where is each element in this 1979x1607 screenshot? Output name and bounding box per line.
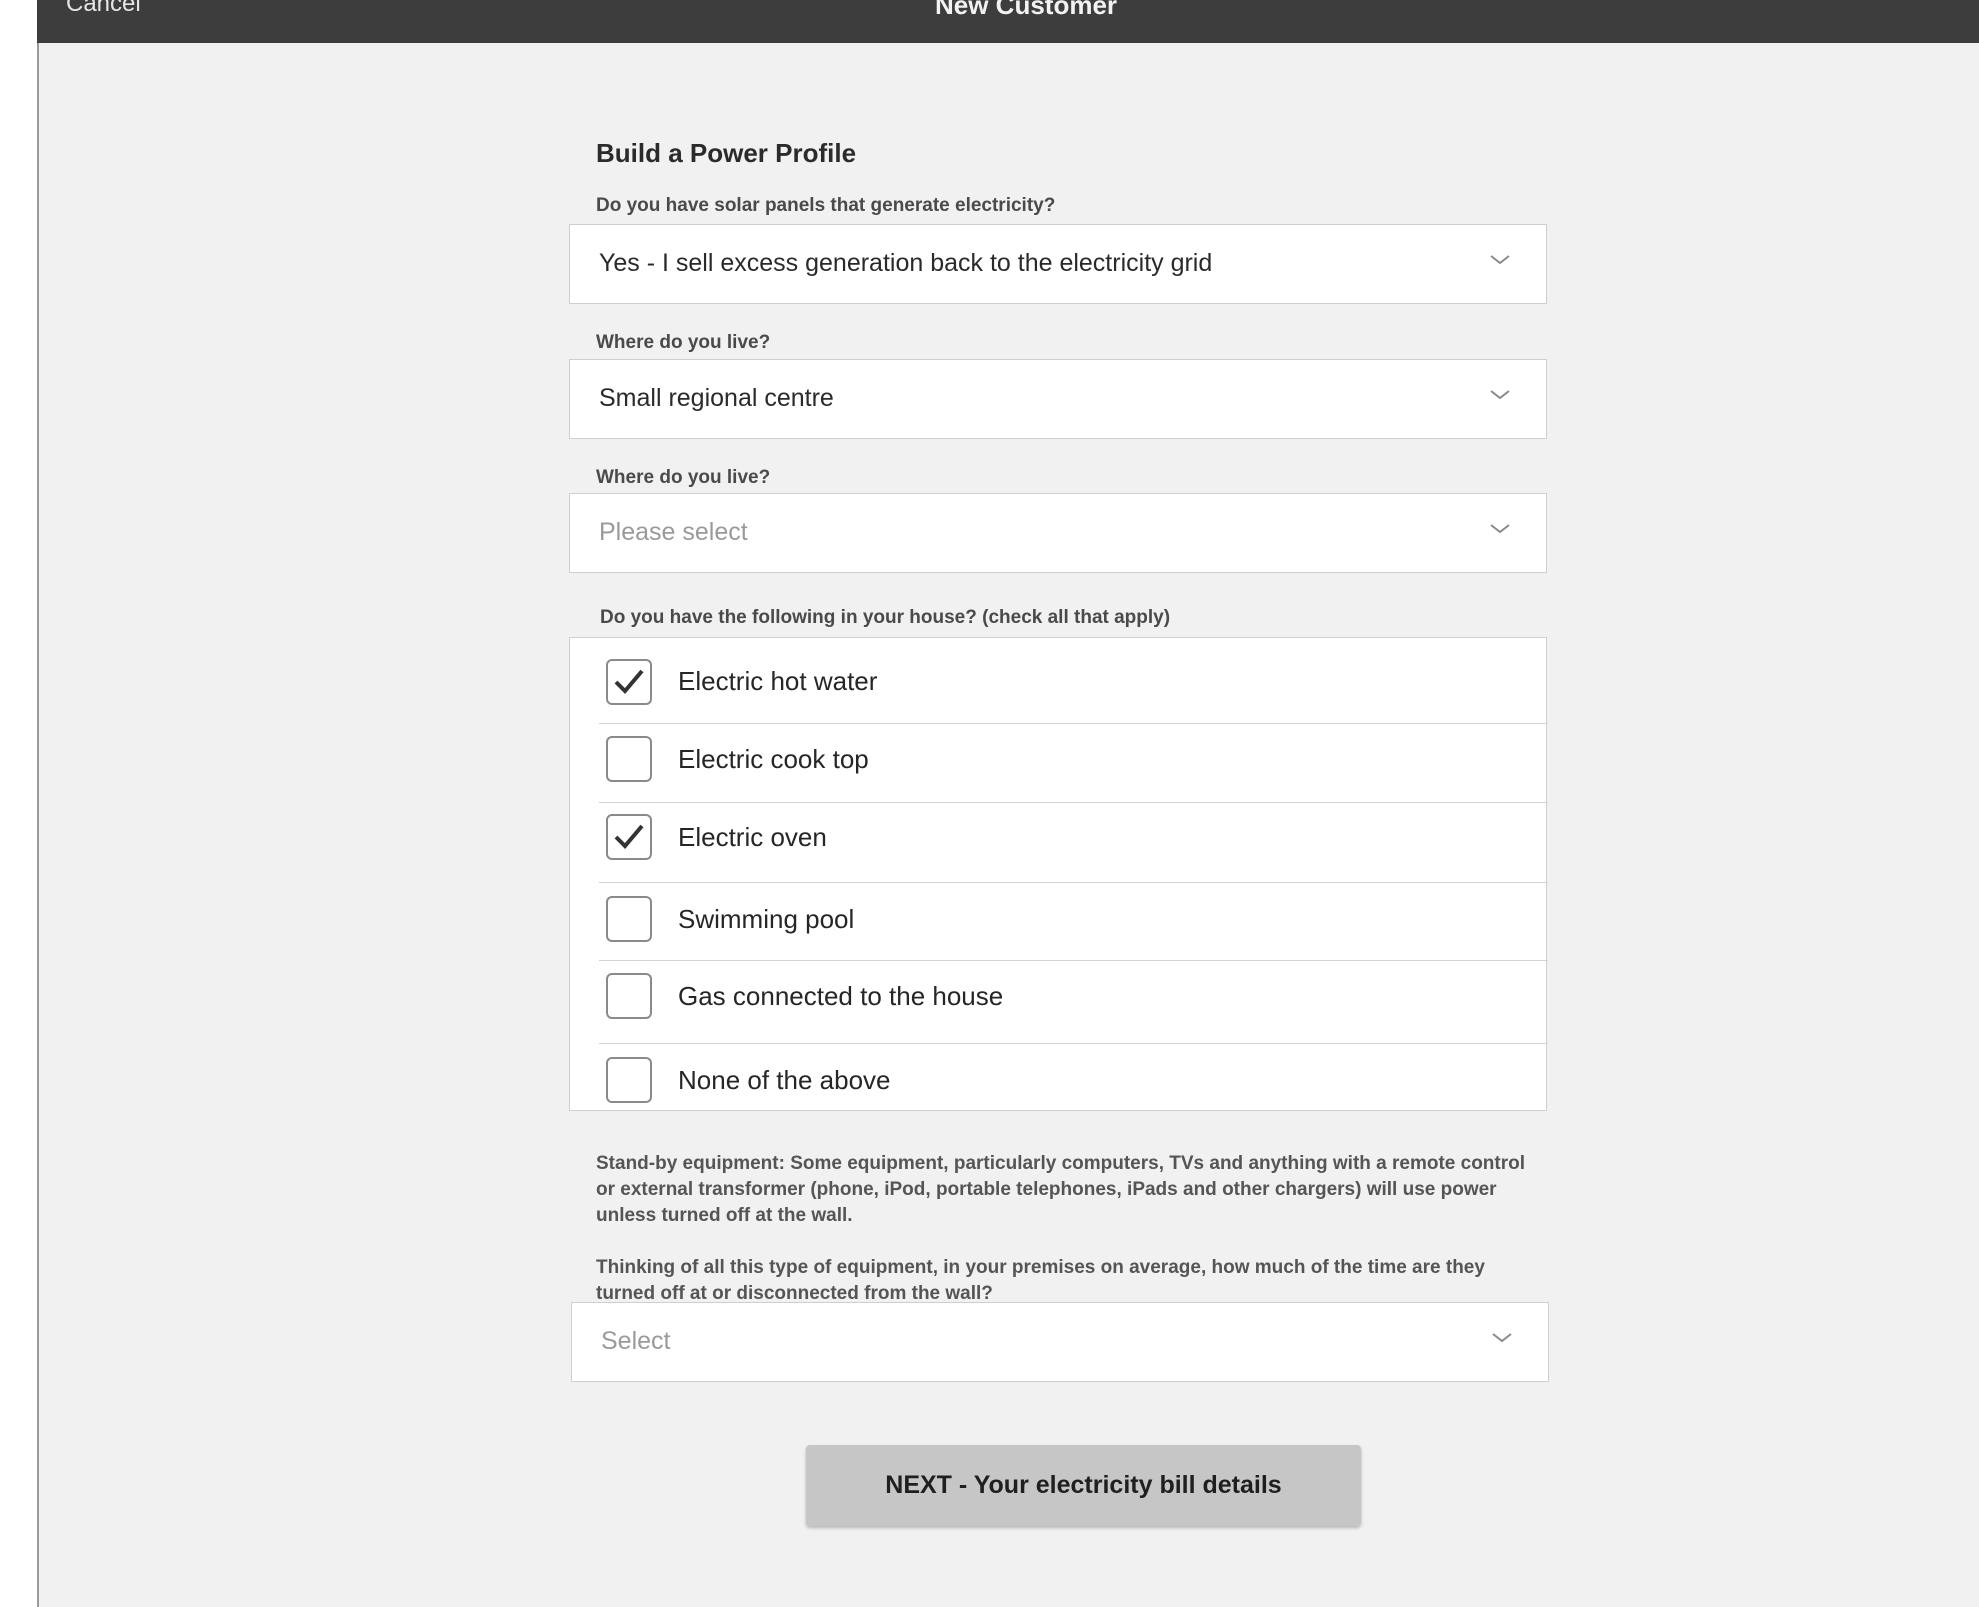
checkbox[interactable] xyxy=(606,1057,652,1103)
checkbox-label: Electric hot water xyxy=(678,666,878,696)
checkmark-icon xyxy=(614,669,644,694)
location-select[interactable]: Small regional centre xyxy=(569,359,1547,439)
location2-select[interactable]: Please select xyxy=(569,493,1547,573)
location-select-value: Small regional centre xyxy=(599,384,834,412)
standby-equipment-note: Stand-by equipment: Some equipment, part… xyxy=(596,1153,1526,1226)
checkbox-label: Gas connected to the house xyxy=(678,981,1004,1011)
solar-question-label: Do you have solar panels that generate e… xyxy=(596,195,1056,216)
chevron-down-icon xyxy=(1490,255,1510,265)
page-title: New Customer xyxy=(935,0,1118,20)
cancel-button[interactable]: Cancel xyxy=(66,0,141,18)
checkbox-row-swimming-pool[interactable]: Swimming pool xyxy=(599,883,1548,961)
checkbox[interactable] xyxy=(606,973,652,1019)
location2-select-placeholder: Please select xyxy=(599,518,748,546)
chevron-down-icon xyxy=(1490,524,1510,534)
solar-select-value: Yes - I sell excess generation back to t… xyxy=(599,249,1213,277)
checkbox-label: Swimming pool xyxy=(678,904,855,934)
checkbox[interactable] xyxy=(606,896,652,942)
checkbox[interactable] xyxy=(606,659,652,705)
chevron-down-icon xyxy=(1492,1333,1512,1343)
solar-select[interactable]: Yes - I sell excess generation back to t… xyxy=(569,224,1547,304)
checkbox-row-electric-hot-water[interactable]: Electric hot water xyxy=(599,638,1548,724)
checkbox-row-electric-oven[interactable]: Electric oven xyxy=(599,803,1548,883)
checkbox[interactable] xyxy=(606,814,652,860)
standby-question-label: Thinking of all this type of equipment, … xyxy=(596,1257,1485,1304)
checkmark-icon xyxy=(614,824,644,849)
checkbox-label: None of the above xyxy=(678,1065,891,1095)
standby-select-placeholder: Select xyxy=(601,1327,671,1355)
standby-select[interactable]: Select xyxy=(571,1302,1549,1382)
appliances-question-label: Do you have the following in your house?… xyxy=(600,607,1171,628)
checkbox[interactable] xyxy=(606,736,652,782)
chevron-down-icon xyxy=(1490,390,1510,400)
next-button-label: NEXT - Your electricity bill details xyxy=(885,1471,1282,1499)
section-title: Build a Power Profile xyxy=(596,138,857,168)
appliances-checklist: Electric hot water Electric cook top Ele… xyxy=(569,637,1548,1111)
checkbox-row-none-of-the-above[interactable]: None of the above xyxy=(599,1044,1548,1110)
checkbox-label: Electric oven xyxy=(678,822,827,852)
checkbox-row-electric-cook-top[interactable]: Electric cook top xyxy=(599,724,1548,803)
checkbox-label: Electric cook top xyxy=(678,744,869,774)
next-button[interactable]: NEXT - Your electricity bill details xyxy=(806,1445,1361,1526)
location-question-label: Where do you live? xyxy=(596,332,771,353)
location2-question-label: Where do you live? xyxy=(596,467,771,488)
checkbox-row-gas-connected[interactable]: Gas connected to the house xyxy=(599,961,1548,1044)
top-bar: Cancel New Customer xyxy=(37,0,1979,43)
